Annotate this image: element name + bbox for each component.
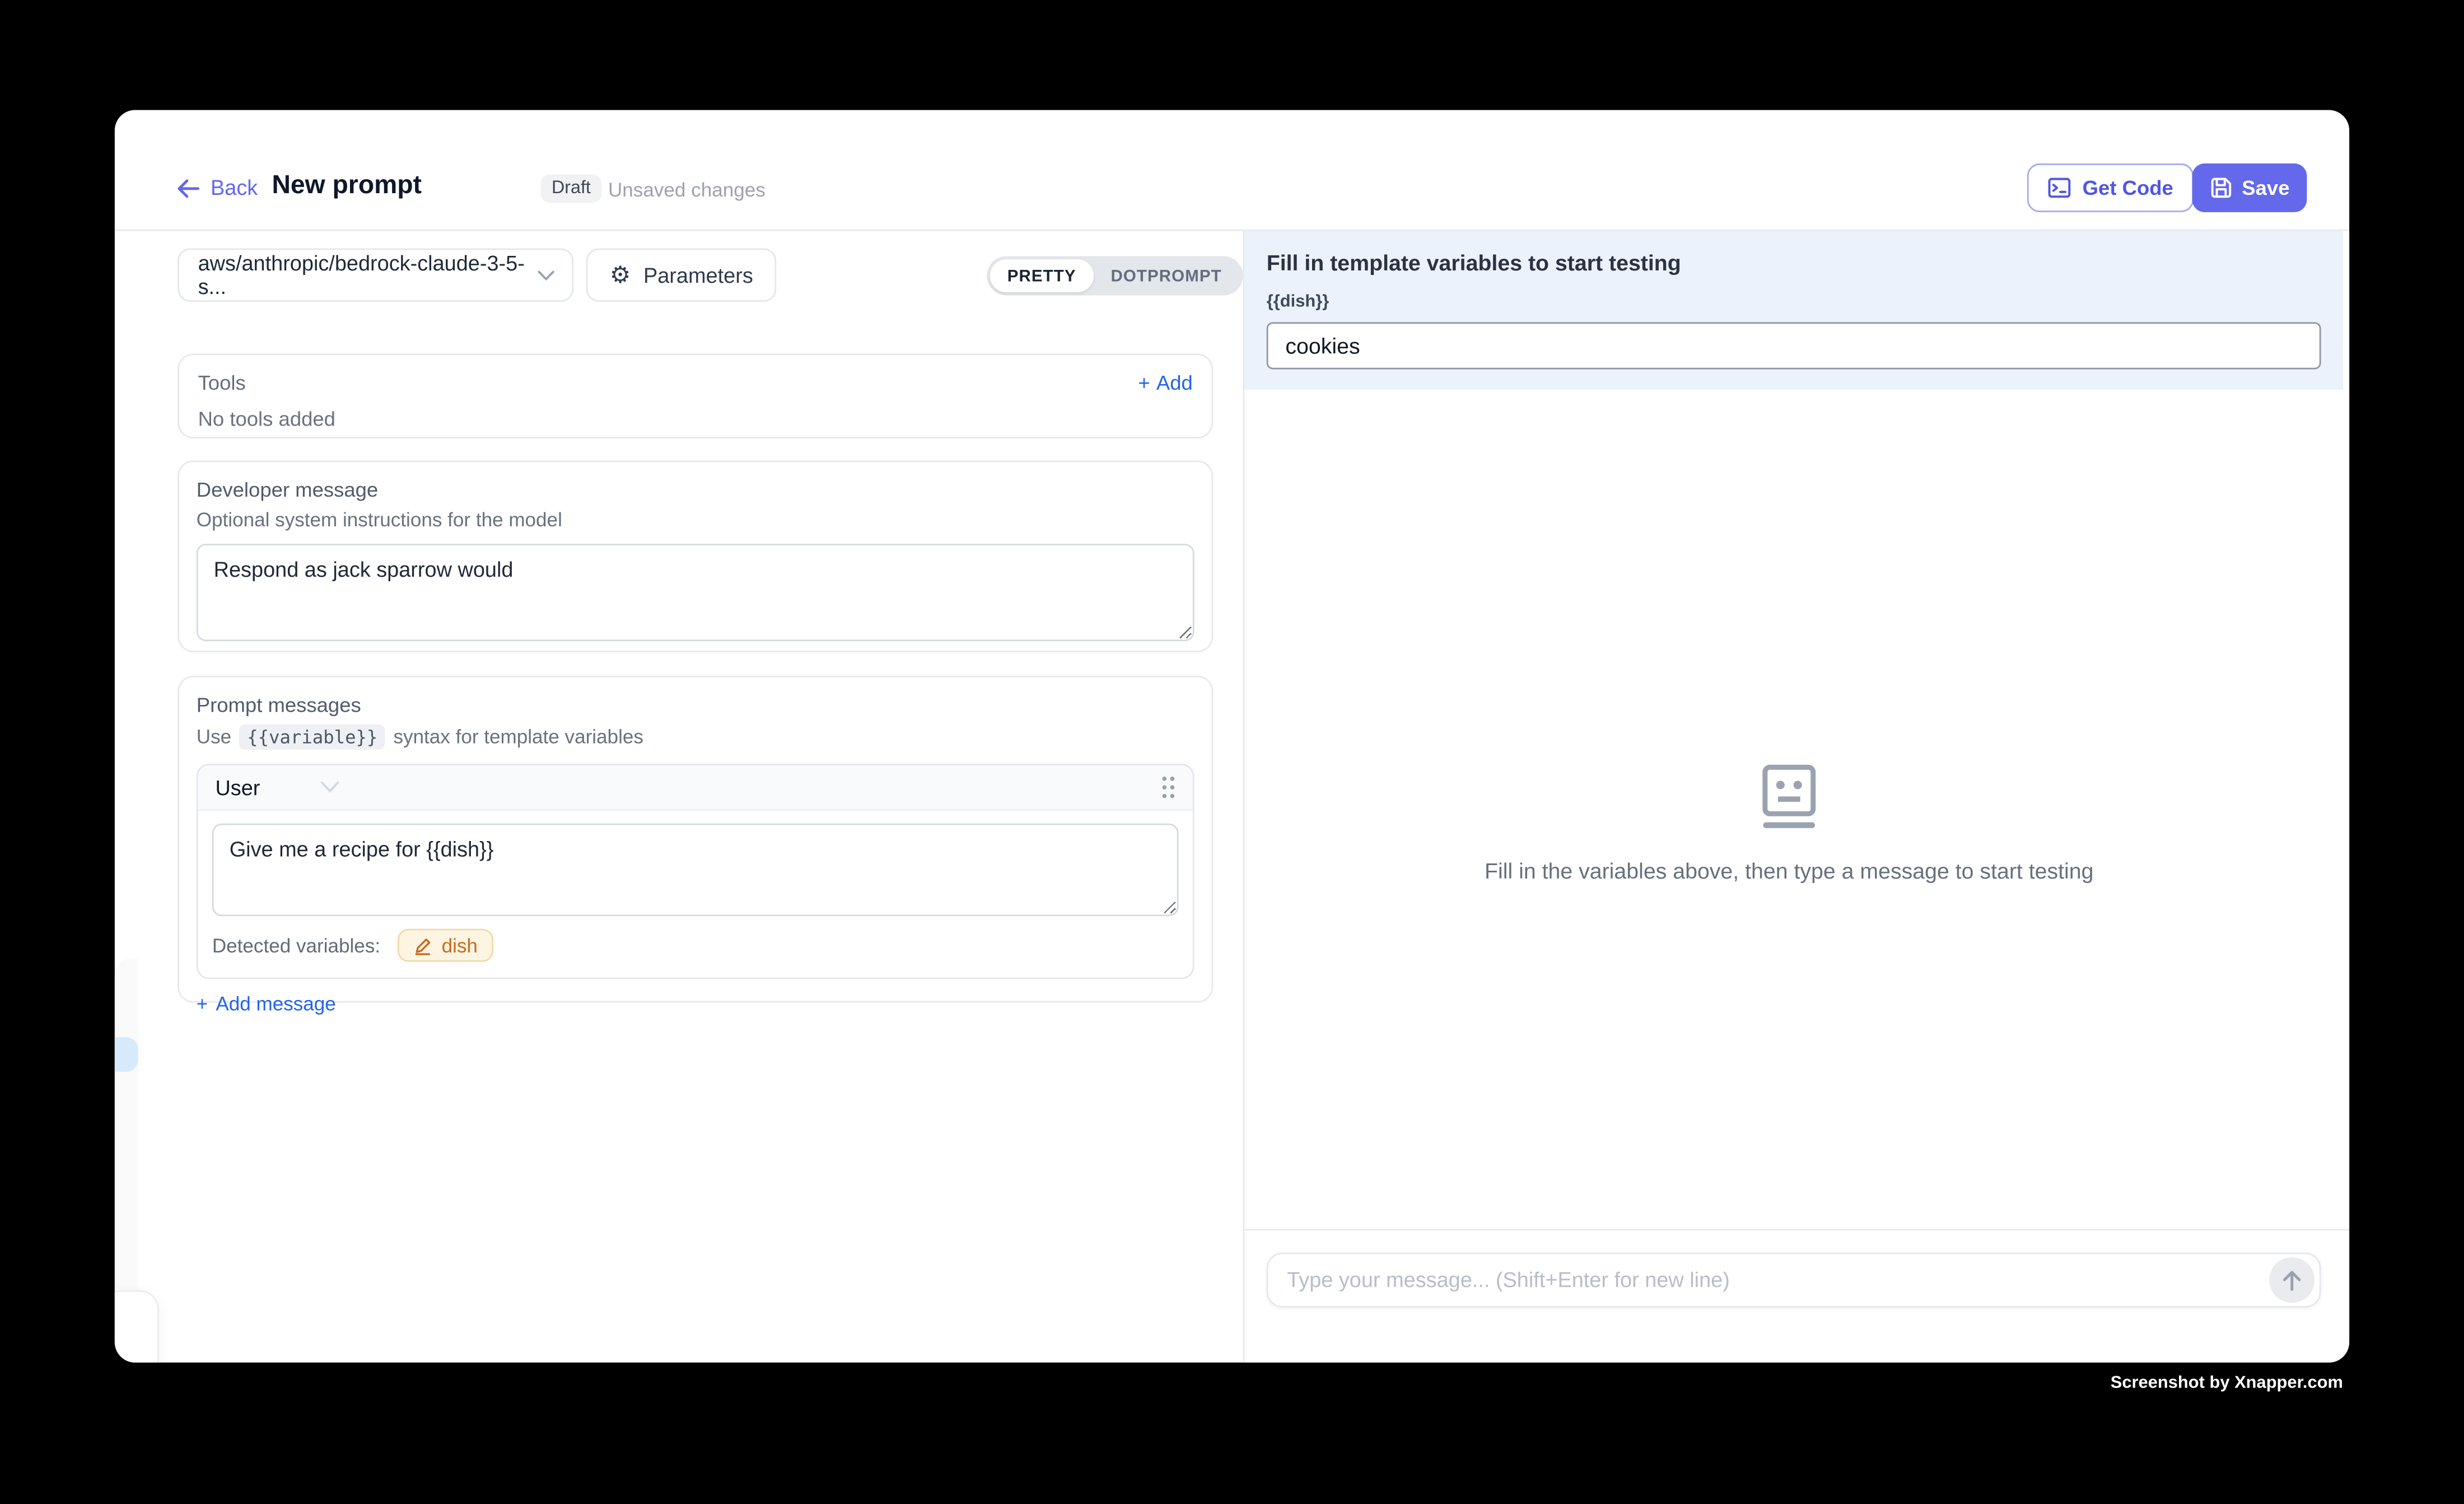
hint-variable-chip: {{variable}} — [239, 725, 385, 750]
chevron-down-icon — [538, 269, 555, 281]
send-button[interactable] — [2269, 1257, 2314, 1302]
template-hint: Use {{variable}} syntax for template var… — [197, 725, 1194, 750]
developer-message-card: Developer message Optional system instru… — [178, 460, 1213, 652]
message-block: User Give me a recipe for {{dish}} Detec… — [197, 764, 1194, 979]
save-icon — [2209, 176, 2232, 199]
chat-divider — [1244, 1229, 2349, 1231]
robot-face-icon — [1762, 764, 1817, 830]
test-panel: Fill in template variables to start test… — [1244, 231, 2349, 1363]
message-body: Give me a recipe for {{dish}} — [198, 824, 1193, 917]
add-message-button[interactable]: + Add message — [197, 993, 336, 1015]
developer-message-subtitle: Optional system instructions for the mod… — [197, 509, 1194, 531]
page-title: New prompt — [272, 162, 422, 211]
parameters-button[interactable]: ⚙ Parameters — [586, 248, 777, 301]
variable-value-input[interactable] — [1267, 322, 2321, 369]
toggle-option-dotprompt[interactable]: DOTPROMPT — [1094, 259, 1239, 292]
gear-icon: ⚙ — [610, 263, 631, 287]
save-label: Save — [2242, 176, 2289, 199]
developer-message-title: Developer message — [197, 478, 1194, 501]
message-header: User — [198, 765, 1193, 811]
pencil-icon — [413, 936, 432, 955]
tools-empty-text: No tools added — [198, 407, 1193, 431]
chevron-down-icon — [320, 781, 339, 793]
corner-card — [115, 1290, 159, 1362]
format-toggle: PRETTY DOTPROMPT — [987, 256, 1242, 295]
hint-suffix: syntax for template variables — [393, 726, 643, 748]
prompt-messages-title: Prompt messages — [197, 693, 1194, 717]
tools-card: Tools + Add No tools added — [178, 354, 1213, 439]
collapsed-sidebar-strip — [115, 959, 138, 1290]
toggle-option-pretty[interactable]: PRETTY — [990, 259, 1094, 292]
empty-state-text: Fill in the variables above, then type a… — [1244, 858, 2334, 883]
model-selector-value: aws/anthropic/bedrock-claude-3-5-s... — [198, 251, 538, 298]
get-code-label: Get Code — [2083, 176, 2173, 199]
plus-icon: + — [197, 993, 208, 1015]
sidebar-active-highlight — [115, 1037, 138, 1072]
add-tool-label: Add — [1156, 371, 1193, 394]
app-window: Back New prompt Draft Unsaved changes Ge… — [115, 110, 2349, 1362]
watermark-text: Screenshot by Xnapper.com — [2111, 1374, 2343, 1393]
model-selector[interactable]: aws/anthropic/bedrock-claude-3-5-s... — [178, 248, 573, 301]
screenshot-stage: Back New prompt Draft Unsaved changes Ge… — [0, 0, 2464, 1504]
variable-badge[interactable]: dish — [398, 929, 493, 962]
prompt-messages-card: Prompt messages Use {{variable}} syntax … — [178, 676, 1213, 1003]
variables-section-title: Fill in template variables to start test… — [1267, 250, 1681, 275]
chat-input-bar — [1267, 1253, 2321, 1307]
terminal-icon — [2048, 176, 2071, 199]
add-tool-button[interactable]: + Add — [1138, 371, 1192, 394]
variable-name: dish — [442, 935, 478, 956]
detected-variables-row: Detected variables: dish — [198, 916, 1193, 977]
save-button[interactable]: Save — [2191, 164, 2307, 212]
developer-message-input[interactable]: Respond as jack sparrow would — [197, 544, 1194, 641]
back-button[interactable]: Back — [178, 164, 258, 212]
hint-prefix: Use — [197, 726, 231, 748]
back-label: Back — [211, 176, 258, 199]
add-message-label: Add message — [216, 993, 335, 1015]
drag-handle-icon[interactable] — [1161, 775, 1175, 800]
status-badge: Draft — [540, 175, 601, 203]
variable-label: {{dish}} — [1267, 292, 1329, 311]
plus-icon: + — [1138, 371, 1150, 394]
chat-empty-state: Fill in the variables above, then type a… — [1244, 764, 2334, 883]
detected-variables-label: Detected variables: — [212, 935, 380, 956]
chat-message-input[interactable] — [1270, 1268, 2269, 1292]
role-selector[interactable]: User — [215, 776, 338, 799]
get-code-button[interactable]: Get Code — [2027, 164, 2194, 212]
message-content-input[interactable]: Give me a recipe for {{dish}} — [212, 824, 1179, 917]
template-variables-section: Fill in template variables to start test… — [1244, 231, 2342, 390]
role-value: User — [215, 776, 260, 799]
unsaved-changes-text: Unsaved changes — [608, 179, 766, 201]
parameters-label: Parameters — [643, 263, 753, 287]
tools-title: Tools — [198, 371, 246, 394]
arrow-up-icon — [2281, 1269, 2302, 1291]
arrow-left-icon — [178, 179, 199, 198]
